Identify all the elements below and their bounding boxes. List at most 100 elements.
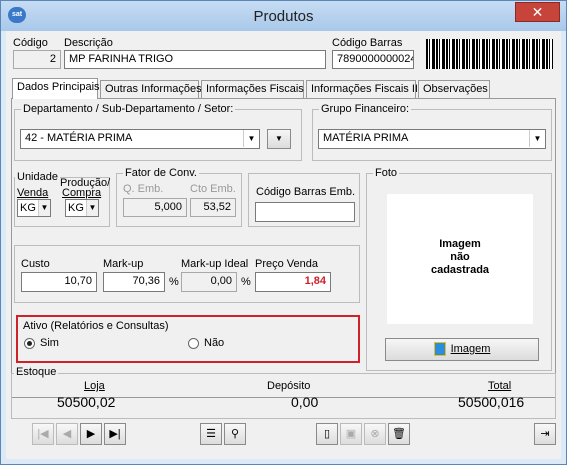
last-icon: ▶| (109, 428, 121, 440)
estoque-group: Estoque Loja 50500,02 Depósito 0,00 Tota… (11, 366, 556, 419)
estoque-title: Estoque (14, 366, 59, 378)
codigo-field[interactable]: 2 (13, 50, 61, 69)
qemb-label: Q. Emb. (123, 183, 164, 195)
departamento-combo[interactable]: 42 - MATÉRIA PRIMA ▼ (20, 129, 260, 149)
new-document-icon: ▯ (323, 428, 331, 440)
imagem-button-label: Imagem (450, 343, 491, 355)
ativo-nao-label[interactable]: Não (204, 337, 224, 349)
tab-observacoes[interactable]: Observações (418, 80, 490, 98)
save-icon: ▣ (345, 428, 357, 440)
save-button[interactable]: ▣ (340, 423, 362, 445)
tab-outras-informacoes[interactable]: Outras Informações (100, 80, 202, 98)
grupo-financeiro-group: Grupo Financeiro: MATÉRIA PRIMA ▼ (312, 103, 552, 161)
markup-ideal-label: Mark-up Ideal (181, 258, 249, 270)
codigo-barras-emb-group: Código Barras Emb. (248, 173, 360, 227)
imagem-button[interactable]: Imagem (385, 338, 539, 361)
tab-panel-dados-principais: Departamento / Sub-Departamento / Setor:… (11, 98, 556, 398)
codigo-label: Código (13, 37, 48, 49)
markup-ideal-percent: % (241, 276, 251, 288)
total-label: Total (488, 380, 512, 392)
first-record-button[interactable]: |◀ (32, 423, 54, 445)
markup-field[interactable]: 70,36 (103, 272, 165, 292)
compra-value: KG (68, 202, 84, 214)
qemb-field[interactable]: 5,000 (123, 198, 187, 217)
window-title: Produtos (253, 8, 314, 25)
ativo-nao-radio[interactable] (188, 338, 199, 349)
tab-informacoes-fiscais[interactable]: Informações Fiscais (201, 80, 304, 98)
next-record-button[interactable]: ▶ (80, 423, 102, 445)
total-value: 50500,016 (458, 394, 525, 410)
last-record-button[interactable]: ▶| (104, 423, 126, 445)
grupo-financeiro-value: MATÉRIA PRIMA (323, 132, 409, 144)
cancel-button[interactable]: ⊗ (364, 423, 386, 445)
first-icon: |◀ (37, 428, 49, 440)
departamento-lookup-button[interactable]: ▼ (267, 129, 291, 149)
venda-dropdown-icon[interactable]: ▼ (38, 200, 50, 216)
venda-label: Venda (17, 187, 49, 199)
new-record-button[interactable]: ▯ (316, 423, 338, 445)
deposito-value: 0,00 (291, 394, 319, 410)
tab-dados-principais[interactable]: Dados Principais (12, 78, 100, 99)
next-icon: ▶ (86, 428, 96, 440)
search-list-button[interactable]: ☰ (200, 423, 222, 445)
fator-title: Fator de Conv. (123, 167, 199, 179)
precos-group: Custo 10,70 Mark-up 70,36 % Mark-up Idea… (14, 245, 360, 303)
deposito-label: Depósito (267, 380, 311, 392)
markup-ideal-field[interactable]: 0,00 (181, 272, 237, 292)
loja-value: 50500,02 (57, 394, 116, 410)
custo-label: Custo (21, 258, 50, 270)
descricao-field[interactable]: MP FARINHA TRIGO (64, 50, 326, 69)
compra-combo[interactable]: KG ▼ (65, 199, 99, 217)
foto-placeholder-line2: não (450, 251, 470, 263)
venda-combo[interactable]: KG ▼ (17, 199, 51, 217)
venda-value: KG (20, 202, 36, 214)
foto-placeholder-line1: Imagem (439, 238, 481, 250)
departamento-value: 42 - MATÉRIA PRIMA (25, 132, 133, 144)
ctoemb-field[interactable]: 53,52 (190, 198, 236, 217)
chevron-down-icon: ▼ (275, 134, 283, 143)
preco-venda-field[interactable]: 1,84 (255, 272, 331, 292)
departamento-dropdown-icon[interactable]: ▼ (243, 130, 259, 147)
custo-field[interactable]: 10,70 (21, 272, 97, 292)
codigo-barras-field[interactable]: 7890000000024 (332, 50, 414, 69)
previous-record-button[interactable]: ◀ (56, 423, 78, 445)
codigo-barras-label: Código Barras (332, 37, 403, 49)
search-list-icon: ☰ (206, 428, 216, 440)
fator-conversao-group: Fator de Conv. Q. Emb. Cto Emb. 5,000 53… (116, 167, 242, 227)
barcode-image (426, 39, 553, 69)
preco-venda-label: Preço Venda (255, 258, 318, 270)
ctoemb-label: Cto Emb. (190, 183, 236, 195)
markup-label: Mark-up (103, 258, 144, 270)
client-area: Código 2 Descrição MP FARINHA TRIGO Códi… (6, 31, 561, 459)
product-window: sat Produtos ✕ Código 2 Descrição MP FAR… (0, 0, 567, 465)
grupo-dropdown-icon[interactable]: ▼ (529, 130, 545, 147)
ativo-sim-radio[interactable] (24, 338, 35, 349)
foto-group: Foto Imagem não cadastrada Imagem (366, 167, 552, 371)
departamento-group-title: Departamento / Sub-Departamento / Setor: (21, 103, 236, 115)
trash-icon: 🗑 (392, 428, 406, 440)
search-button[interactable]: ⚲ (224, 423, 246, 445)
grupo-financeiro-combo[interactable]: MATÉRIA PRIMA ▼ (318, 129, 546, 149)
ativo-title: Ativo (Relatórios e Consultas) (23, 320, 169, 332)
search-icon: ⚲ (230, 428, 240, 440)
ativo-highlight: Ativo (Relatórios e Consultas) Sim Não (16, 315, 360, 363)
codigo-barras-emb-label: Código Barras Emb. (256, 186, 356, 198)
foto-placeholder-line3: cadastrada (430, 264, 490, 276)
tab-informacoes-fiscais-2[interactable]: Informações Fiscais II (306, 80, 418, 98)
runner-icon (433, 342, 446, 357)
foto-title: Foto (373, 167, 400, 179)
grupo-financeiro-title: Grupo Financeiro: (319, 103, 412, 115)
unidade-group: Unidade Venda Produção/ Compra KG ▼ KG ▼ (14, 171, 110, 227)
compra-dropdown-icon[interactable]: ▼ (86, 200, 98, 216)
unidade-title: Unidade (15, 171, 60, 183)
ativo-sim-label[interactable]: Sim (40, 337, 59, 349)
departamento-group: Departamento / Sub-Departamento / Setor:… (14, 103, 302, 161)
cancel-icon: ⊗ (370, 428, 380, 440)
codigo-barras-emb-field[interactable] (255, 202, 355, 222)
delete-button[interactable]: 🗑 (388, 423, 410, 445)
previous-icon: ◀ (62, 428, 72, 440)
exit-button[interactable]: ⇥ (534, 423, 556, 445)
foto-placeholder: Imagem não cadastrada (387, 194, 533, 324)
navigation-toolbar: |◀ ◀ ▶ ▶| ☰ ⚲ ▯ ▣ ⊗ 🗑 ⇥ (32, 423, 562, 451)
close-button[interactable]: ✕ (515, 2, 560, 22)
